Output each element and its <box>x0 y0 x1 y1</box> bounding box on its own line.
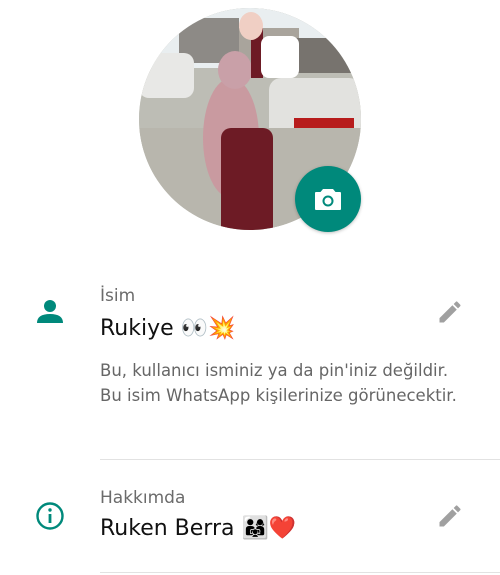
name-value: Rukiye 👀💥 <box>100 316 236 341</box>
divider <box>100 572 500 573</box>
info-icon <box>36 502 64 530</box>
about-label: Hakkımda <box>100 488 186 508</box>
about-row[interactable]: Hakkımda Ruken Berra 👨‍👩‍👧❤️ <box>0 460 500 575</box>
person-icon <box>37 300 63 323</box>
about-value: Ruken Berra 👨‍👩‍👧❤️ <box>100 516 297 541</box>
name-hint: Bu, kullanıcı isminiz ya da pin'iniz değ… <box>100 361 457 405</box>
pencil-icon[interactable] <box>436 298 464 326</box>
pencil-icon[interactable] <box>436 502 464 530</box>
name-row[interactable]: İsim Rukiye 👀💥 Bu, kullanıcı isminiz ya … <box>0 0 500 460</box>
name-label: İsim <box>100 286 136 306</box>
